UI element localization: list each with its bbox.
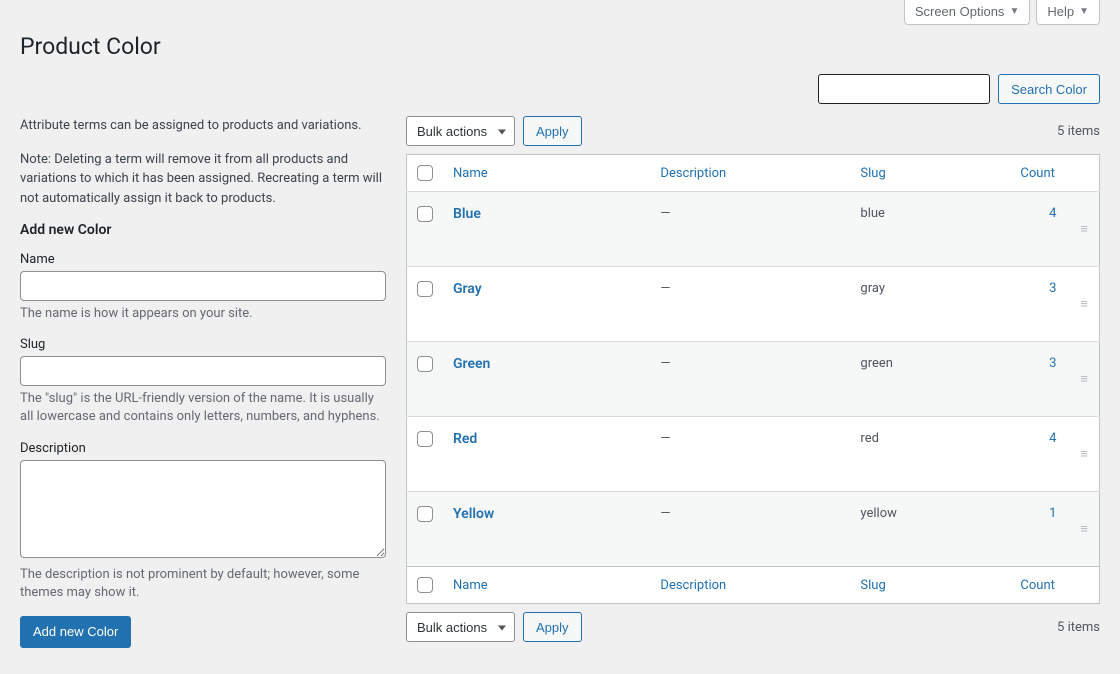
add-new-button[interactable]: Add new Color (20, 616, 131, 648)
description-field[interactable] (20, 460, 386, 558)
intro-text: Attribute terms can be assigned to produ… (20, 116, 386, 136)
col-description[interactable]: Description (660, 166, 726, 181)
bulk-actions-select-bottom[interactable]: Bulk actions (406, 612, 515, 642)
term-description: — (660, 281, 670, 296)
col-slug-foot[interactable]: Slug (860, 578, 885, 593)
chevron-down-icon: ▼ (1009, 6, 1019, 17)
name-field[interactable] (20, 271, 386, 301)
table-row: Blue — blue 4 ≡ (407, 192, 1100, 267)
row-checkbox[interactable] (417, 356, 433, 372)
term-slug: blue (860, 206, 885, 221)
note-text: Note: Deleting a term will remove it fro… (20, 150, 386, 209)
screen-options-button[interactable]: Screen Options ▼ (904, 0, 1031, 25)
term-count-link[interactable]: 3 (1049, 281, 1056, 296)
term-count-link[interactable]: 1 (1049, 506, 1056, 521)
slug-field[interactable] (20, 356, 386, 386)
apply-button-top[interactable]: Apply (523, 116, 582, 146)
col-name[interactable]: Name (453, 166, 488, 181)
term-description: — (660, 506, 670, 521)
items-count-top: 5 items (1057, 124, 1100, 139)
table-row: Yellow — yellow 1 ≡ (407, 492, 1100, 567)
col-name-foot[interactable]: Name (453, 578, 488, 593)
apply-button-bottom[interactable]: Apply (523, 612, 582, 642)
description-help: The description is not prominent by defa… (20, 566, 386, 602)
search-button[interactable]: Search Color (998, 74, 1100, 104)
term-description: — (660, 206, 670, 221)
table-row: Gray — gray 3 ≡ (407, 267, 1100, 342)
terms-table: Name Description Slug Count Blue—blue4≡G… (406, 154, 1100, 604)
add-new-heading: Add new Color (20, 222, 386, 238)
col-count-foot[interactable]: Count (1020, 578, 1054, 593)
term-description: — (660, 431, 670, 446)
name-field-label: Name (20, 252, 386, 267)
term-slug: red (860, 431, 879, 446)
drag-handle-icon[interactable]: ≡ (1080, 372, 1089, 387)
term-slug: yellow (860, 506, 896, 521)
term-name-link[interactable]: Yellow (453, 506, 494, 522)
slug-field-label: Slug (20, 337, 386, 352)
name-help: The name is how it appears on your site. (20, 305, 386, 323)
help-button[interactable]: Help ▼ (1036, 0, 1100, 25)
search-input[interactable] (818, 74, 990, 104)
chevron-down-icon: ▼ (1079, 6, 1089, 17)
row-checkbox[interactable] (417, 206, 433, 222)
col-count[interactable]: Count (1020, 166, 1054, 181)
page-title: Product Color (20, 33, 1100, 60)
drag-handle-icon[interactable]: ≡ (1080, 522, 1089, 537)
term-count-link[interactable]: 4 (1049, 431, 1056, 446)
select-all-top[interactable] (417, 165, 433, 181)
row-checkbox[interactable] (417, 506, 433, 522)
term-description: — (660, 356, 670, 371)
description-field-label: Description (20, 441, 386, 456)
bulk-actions-select-top[interactable]: Bulk actions (406, 116, 515, 146)
row-checkbox[interactable] (417, 431, 433, 447)
term-name-link[interactable]: Gray (453, 281, 482, 297)
term-name-link[interactable]: Green (453, 356, 490, 372)
slug-help: The "slug" is the URL-friendly version o… (20, 390, 386, 426)
col-description-foot[interactable]: Description (660, 578, 726, 593)
drag-handle-icon[interactable]: ≡ (1080, 297, 1089, 312)
col-slug[interactable]: Slug (860, 166, 885, 181)
help-label: Help (1047, 4, 1074, 19)
table-row: Green — green 3 ≡ (407, 342, 1100, 417)
drag-handle-icon[interactable]: ≡ (1080, 447, 1089, 462)
drag-handle-icon[interactable]: ≡ (1080, 222, 1089, 237)
term-slug: gray (860, 281, 885, 296)
term-name-link[interactable]: Red (453, 431, 477, 447)
table-row: Red — red 4 ≡ (407, 417, 1100, 492)
term-slug: green (860, 356, 893, 371)
term-count-link[interactable]: 3 (1049, 356, 1056, 371)
select-all-bottom[interactable] (417, 577, 433, 593)
items-count-bottom: 5 items (1057, 620, 1100, 635)
term-count-link[interactable]: 4 (1049, 206, 1056, 221)
screen-options-label: Screen Options (915, 4, 1005, 19)
term-name-link[interactable]: Blue (453, 206, 481, 222)
row-checkbox[interactable] (417, 281, 433, 297)
